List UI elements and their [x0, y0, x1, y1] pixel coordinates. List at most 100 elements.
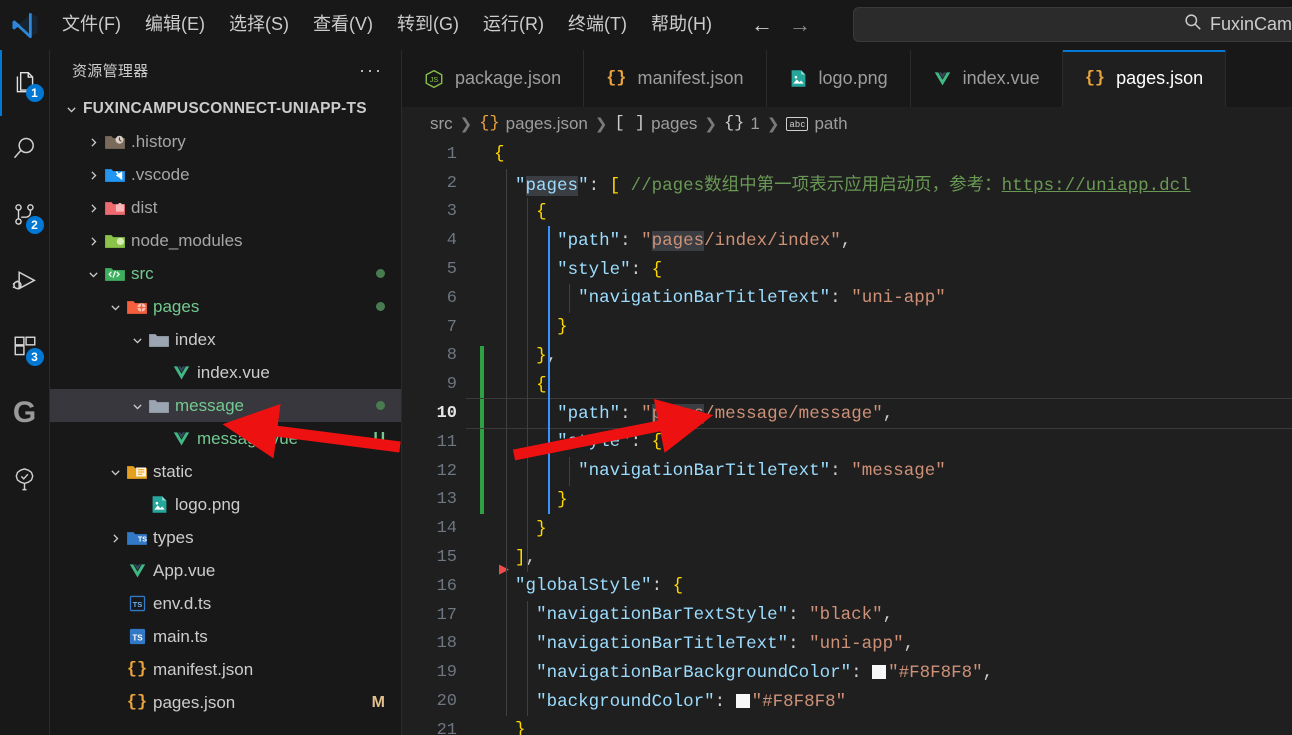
tree-row[interactable]: src — [50, 257, 401, 290]
activity-testing[interactable] — [0, 446, 50, 512]
code-line[interactable]: 16 "globalStyle": { — [402, 572, 1292, 601]
breadcrumb-item-index-1[interactable]: {} 1 — [724, 114, 760, 134]
indent-guide — [527, 197, 529, 572]
chevron-down-icon[interactable] — [128, 398, 146, 412]
tree-row[interactable]: {} manifest.json — [50, 653, 401, 686]
activity-extensions[interactable]: 3 — [0, 314, 50, 380]
ellipsis-icon[interactable]: ··· — [359, 60, 389, 81]
chevron-down-icon[interactable] — [84, 266, 102, 280]
tree-row[interactable]: message — [50, 389, 401, 422]
code-line[interactable]: 10 "path": "pages/message/message", — [402, 399, 1292, 428]
code-line[interactable]: 3 { — [402, 198, 1292, 227]
tree-row-root[interactable]: FUXINCAMPUSCONNECT-UNIAPP-TS — [50, 92, 401, 125]
chevron-right-icon[interactable] — [106, 530, 124, 544]
folder-vscode-icon — [102, 166, 128, 184]
breadcrumb-item-path[interactable]: abc path — [786, 113, 848, 134]
code-line[interactable]: 12 "navigationBarTitleText": "message" — [402, 457, 1292, 486]
tree-item-git-badge: M — [371, 693, 385, 711]
tree-row[interactable]: .vscode — [50, 158, 401, 191]
chevron-right-icon[interactable] — [84, 233, 102, 247]
code-line[interactable]: 9 { — [402, 370, 1292, 399]
editor-tab[interactable]: index.vue — [910, 50, 1063, 107]
menu-terminal[interactable]: 终端(T) — [556, 10, 639, 40]
code-line[interactable]: 11 "style": { — [402, 428, 1292, 457]
activity-gitlens[interactable]: G — [0, 380, 50, 446]
chevron-down-icon[interactable] — [62, 101, 80, 115]
chevron-down-icon[interactable] — [106, 299, 124, 313]
menu-edit[interactable]: 编辑(E) — [133, 10, 217, 40]
code-line[interactable]: 19 "navigationBarBackgroundColor": "#F8F… — [402, 658, 1292, 687]
menu-run[interactable]: 运行(R) — [471, 10, 556, 40]
menu-go[interactable]: 转到(G) — [385, 10, 471, 40]
code-line[interactable]: 7 } — [402, 313, 1292, 342]
code-line[interactable]: 20 "backgroundColor": "#F8F8F8" — [402, 687, 1292, 716]
tree-row[interactable]: static — [50, 455, 401, 488]
back-arrow-icon[interactable]: ← — [750, 14, 774, 36]
tree-row[interactable]: index.vue — [50, 356, 401, 389]
code-line[interactable]: 4 "path": "pages/index/index", — [402, 226, 1292, 255]
tree-row[interactable]: TS main.ts — [50, 620, 401, 653]
line-number: 15 — [436, 548, 457, 568]
code-line[interactable]: 6 "navigationBarTitleText": "uni-app" — [402, 284, 1292, 313]
tree-row[interactable]: message.vue U — [50, 422, 401, 455]
breadcrumb-item-src[interactable]: src — [430, 114, 453, 134]
code-line-text: "style": { — [557, 432, 663, 453]
folder-node-modules-icon — [102, 232, 128, 250]
editor-tabs[interactable]: JS package.json {} manifest.json logo.png ind… — [402, 50, 1292, 107]
tree-item-label: .history — [131, 131, 186, 151]
breadcrumb-item-pages[interactable]: [ ] pages — [614, 114, 697, 134]
activity-search[interactable] — [0, 116, 50, 182]
tree-row[interactable]: TS types — [50, 521, 401, 554]
activity-explorer[interactable]: 1 — [0, 50, 50, 116]
menu-view[interactable]: 查看(V) — [301, 10, 385, 40]
code-line[interactable]: 17 "navigationBarTextStyle": "black", — [402, 601, 1292, 630]
menu-help[interactable]: 帮助(H) — [639, 10, 724, 40]
breadcrumb-separator: ❯ — [594, 115, 608, 133]
file-tree[interactable]: FUXINCAMPUSCONNECT-UNIAPP-TS .history .vsc… — [50, 90, 401, 735]
tree-row[interactable]: App.vue — [50, 554, 401, 587]
code-line[interactable]: 5 "style": { — [402, 255, 1292, 284]
tree-row[interactable]: dist — [50, 191, 401, 224]
breadcrumb-label: path — [814, 113, 848, 133]
code-line[interactable]: 1{ — [402, 140, 1292, 169]
menu-selection[interactable]: 选择(S) — [217, 10, 301, 40]
tree-item-label: types — [153, 527, 194, 547]
editor-tab[interactable]: {} pages.json — [1062, 50, 1227, 107]
editor-tab[interactable]: JS package.json — [402, 50, 585, 107]
chevron-right-icon[interactable] — [84, 134, 102, 148]
line-number: 19 — [436, 663, 457, 683]
chevron-right-icon[interactable] — [84, 167, 102, 181]
editor-tab[interactable]: {} manifest.json — [584, 50, 767, 107]
code-line[interactable]: 2 "pages": [ //pages数组中第一项表示应用启动页，参考：htt… — [402, 169, 1292, 198]
forward-arrow-icon[interactable]: → — [788, 14, 812, 36]
code-line[interactable]: 8 }, — [402, 342, 1292, 371]
line-number: 1 — [446, 144, 457, 164]
tree-row[interactable]: pages — [50, 290, 401, 323]
tree-row[interactable]: {} pages.json M — [50, 686, 401, 719]
workbench-body: 1 2 3 G 资源管理器 ··· FUXINCAMPUSCONNECT-UNI… — [0, 50, 1292, 735]
chevron-right-icon[interactable] — [84, 200, 102, 214]
code-line[interactable]: 21 } — [402, 716, 1292, 735]
code-line[interactable]: 15 ], — [402, 543, 1292, 572]
menu-file[interactable]: 文件(F) — [50, 10, 133, 40]
code-line[interactable]: 14 } — [402, 514, 1292, 543]
tree-row[interactable]: node_modules — [50, 224, 401, 257]
chevron-down-icon[interactable] — [106, 464, 124, 478]
command-center-search[interactable]: FuxinCampus — [853, 7, 1292, 42]
code-line[interactable]: 13 } — [402, 486, 1292, 515]
breadcrumb-item-pages-json[interactable]: {} pages.json — [479, 114, 588, 134]
tree-row[interactable]: .history — [50, 125, 401, 158]
editor-tab[interactable]: logo.png — [766, 50, 911, 107]
tree-row[interactable]: logo.png — [50, 488, 401, 521]
folder-history-icon — [102, 133, 128, 151]
activity-source-control[interactable]: 2 — [0, 182, 50, 248]
tree-row[interactable]: TS env.d.ts — [50, 587, 401, 620]
code-line-text: "navigationBarTitleText": "uni-app" — [578, 288, 946, 309]
code-editor[interactable]: ▶ 1{2 "pages": [ //pages数组中第一项表示应用启动页，参考… — [402, 140, 1292, 735]
chevron-down-icon[interactable] — [128, 332, 146, 346]
activity-run-and-debug[interactable] — [0, 248, 50, 314]
breadcrumb[interactable]: src ❯ {} pages.json ❯ [ ] pages ❯ {} 1 ❯ — [402, 107, 1292, 140]
code-line[interactable]: 18 "navigationBarTitleText": "uni-app", — [402, 630, 1292, 659]
tree-row[interactable]: index — [50, 323, 401, 356]
code-lines[interactable]: 1{2 "pages": [ //pages数组中第一项表示应用启动页，参考：h… — [402, 140, 1292, 735]
